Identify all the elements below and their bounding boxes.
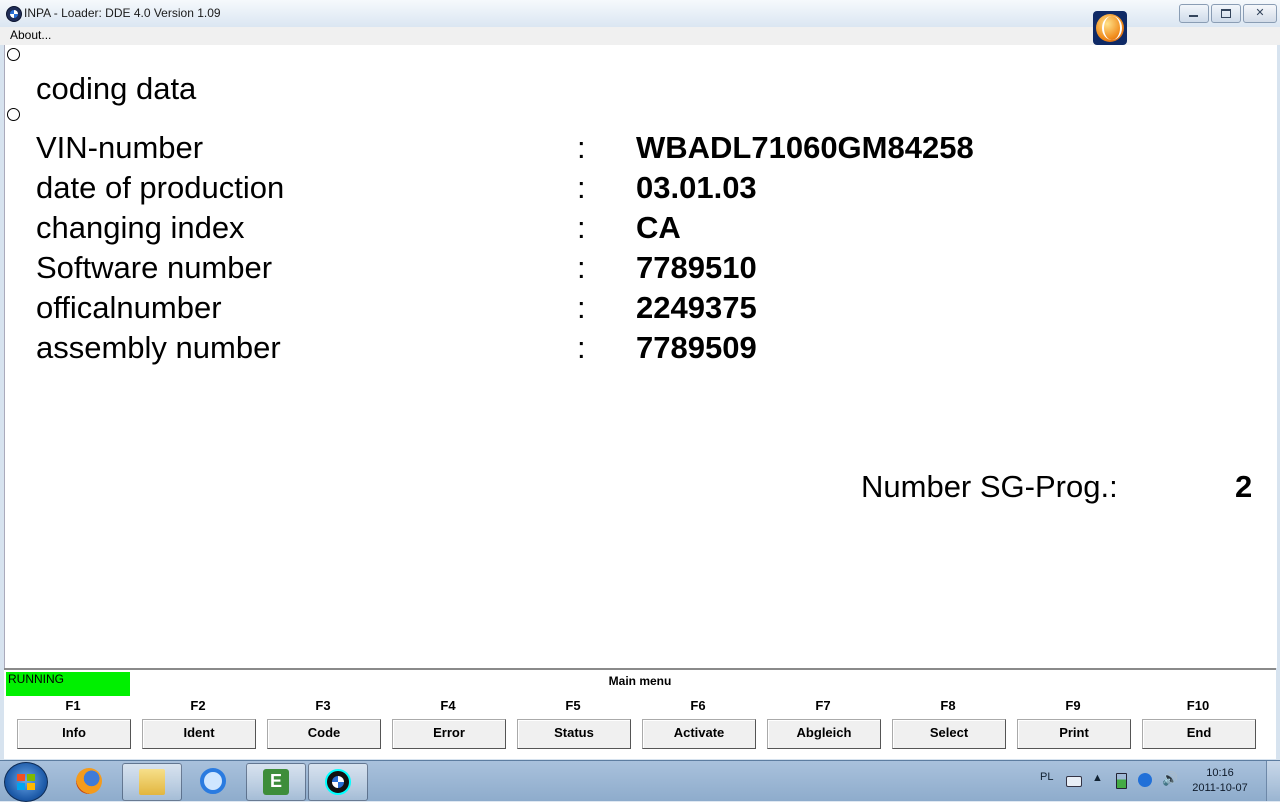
sg-prog-value: 2 — [1235, 469, 1253, 504]
taskbar: PL ▲ 🔊 10:16 2011-10-07 — [0, 760, 1280, 802]
bmw-inpa-icon — [325, 769, 351, 795]
network-icon[interactable] — [1138, 773, 1152, 787]
row-value-vin: WBADL71060GM84258 — [636, 130, 974, 165]
row-value-production-date: 03.01.03 — [636, 170, 757, 205]
row-separator: : — [577, 330, 586, 365]
fkey-label-f3: F3 — [315, 698, 331, 713]
menu-bar: About... — [0, 27, 1280, 45]
internet-explorer-icon — [200, 768, 226, 794]
row-value-official-number: 2249375 — [636, 290, 757, 325]
ebook-icon — [263, 769, 289, 795]
title-bar: INPA - Loader: DDE 4.0 Version 1.09 ✕ — [0, 0, 1280, 28]
close-button[interactable]: ✕ — [1243, 4, 1277, 23]
taskbar-explorer[interactable] — [122, 763, 182, 801]
maximize-button[interactable] — [1211, 4, 1241, 23]
row-value-assembly-number: 7789509 — [636, 330, 757, 365]
row-label-assembly-number: assembly number — [36, 330, 281, 365]
fkey-label-f1: F1 — [65, 698, 81, 713]
clock[interactable]: 10:16 2011-10-07 — [1190, 766, 1250, 796]
inpa-window: INPA - Loader: DDE 4.0 Version 1.09 ✕ Ab… — [0, 0, 1280, 760]
fkey-label-f4: F4 — [440, 698, 456, 713]
row-separator: : — [577, 290, 586, 325]
language-indicator[interactable]: PL — [1040, 771, 1053, 783]
fkey-label-f5: F5 — [565, 698, 581, 713]
window-title: INPA - Loader: DDE 4.0 Version 1.09 — [24, 6, 221, 20]
row-value-changing-index: CA — [636, 210, 681, 245]
taskbar-inpa[interactable] — [308, 763, 368, 801]
clock-date: 2011-10-07 — [1192, 782, 1248, 794]
activate-button[interactable]: Activate — [642, 719, 756, 749]
bmw-app-icon — [6, 6, 22, 22]
fkey-label-f8: F8 — [940, 698, 956, 713]
sg-prog-label: Number SG-Prog.: — [861, 469, 1118, 504]
fkey-label-f7: F7 — [815, 698, 831, 713]
show-desktop-button[interactable] — [1266, 761, 1280, 801]
clock-time: 10:16 — [1206, 767, 1234, 779]
code-button[interactable]: Code — [267, 719, 381, 749]
ident-button[interactable]: Ident — [142, 719, 256, 749]
folder-icon — [139, 769, 165, 795]
taskbar-internet-explorer[interactable] — [184, 763, 242, 799]
row-label-official-number: officalnumber — [36, 290, 222, 325]
minimize-icon — [1189, 15, 1198, 17]
function-key-bar: RUNNING Main menu F1 Info F2 Ident F3 Co… — [4, 668, 1276, 759]
start-button[interactable] — [4, 762, 48, 802]
battery-icon[interactable] — [1116, 773, 1127, 789]
error-button[interactable]: Error — [392, 719, 506, 749]
row-value-software-number: 7789510 — [636, 250, 757, 285]
row-label-changing-index: changing index — [36, 210, 245, 245]
row-separator: : — [577, 170, 586, 205]
row-label-production-date: date of production — [36, 170, 285, 205]
menu-about[interactable]: About... — [10, 28, 51, 42]
menu-title: Main menu — [608, 674, 672, 688]
page-title: coding data — [36, 71, 197, 106]
minimize-button[interactable] — [1179, 4, 1209, 23]
maximize-icon — [1221, 9, 1231, 18]
radio-icon[interactable] — [7, 48, 20, 61]
row-separator: : — [577, 210, 586, 245]
fkey-label-f9: F9 — [1065, 698, 1081, 713]
fkey-label-f10: F10 — [1186, 698, 1210, 713]
taskbar-ebook[interactable] — [246, 763, 306, 801]
status-button[interactable]: Status — [517, 719, 631, 749]
row-separator: : — [577, 130, 586, 165]
end-button[interactable]: End — [1142, 719, 1256, 749]
row-label-software-number: Software number — [36, 250, 273, 285]
select-button[interactable]: Select — [892, 719, 1006, 749]
row-separator: : — [577, 250, 586, 285]
taskbar-firefox[interactable] — [60, 763, 118, 799]
firefox-icon — [76, 768, 102, 794]
fkey-label-f2: F2 — [190, 698, 206, 713]
row-label-vin: VIN-number — [36, 130, 204, 165]
radio-icon[interactable] — [7, 108, 20, 121]
inpa-logo-icon — [1093, 11, 1127, 45]
abgleich-button[interactable]: Abgleich — [767, 719, 881, 749]
print-button[interactable]: Print — [1017, 719, 1131, 749]
fkey-label-f6: F6 — [690, 698, 706, 713]
show-hidden-icons-icon[interactable]: ▲ — [1092, 772, 1106, 786]
content-area: coding data VIN-number : WBADL71060GM842… — [4, 45, 1277, 668]
info-button[interactable]: Info — [17, 719, 131, 749]
close-icon: ✕ — [1255, 7, 1265, 19]
keyboard-icon[interactable] — [1066, 776, 1082, 787]
volume-icon[interactable]: 🔊 — [1162, 771, 1178, 786]
